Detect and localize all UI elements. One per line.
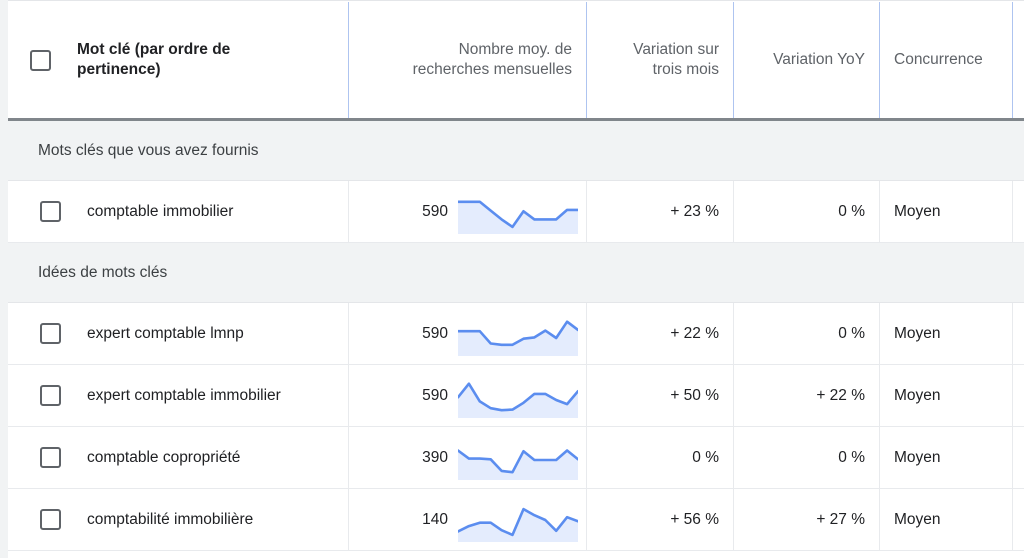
avg-monthly-searches-value: 140 [422,510,448,528]
search-volume-sparkline [458,507,578,542]
three-month-change-value: 0 % [692,448,719,466]
cell-three-month-change: + 23 % [586,181,733,242]
row-checkbox[interactable] [40,509,61,530]
search-volume-sparkline [458,200,578,234]
cell-yoy-change: 0 % [733,303,879,364]
row-checkbox[interactable] [40,385,61,406]
group-header-label: Mots clés que vous avez fournis [38,141,259,159]
cell-competition: Moyen [879,181,1012,242]
search-volume-sparkline [458,381,578,418]
row-trailing-divider [1012,489,1013,550]
header-label-keyword: Mot clé (par ordre de pertinence) [77,41,231,78]
avg-monthly-searches-value: 590 [422,202,448,220]
header-label-competition: Concurrence [894,51,983,68]
table-body: Mots clés que vous avez fournis comptable… [8,121,1024,551]
cell-avg-monthly-searches[interactable]: 590 [348,303,586,364]
row-trailing-divider [1012,181,1013,242]
table-header-row: Mot clé (par ordre de pertinence) Nombre … [8,0,1024,121]
select-all-checkbox[interactable] [30,49,51,71]
cell-three-month-change: + 50 % [586,365,733,426]
cell-keyword[interactable]: comptabilité immobilière [8,489,348,550]
cell-avg-monthly-searches[interactable]: 140 [348,489,586,550]
row-trailing-divider [1012,427,1013,488]
three-month-change-value: + 23 % [670,202,719,220]
competition-value: Moyen [894,386,941,404]
header-label-yoy-change: Variation YoY [773,51,865,68]
cell-yoy-change: + 22 % [733,365,879,426]
cell-competition: Moyen [879,427,1012,488]
cell-three-month-change: + 56 % [586,489,733,550]
header-cell-keyword[interactable]: Mot clé (par ordre de pertinence) [8,2,348,118]
three-month-change-value: + 22 % [670,324,719,342]
row-trailing-divider [1012,365,1013,426]
cell-keyword[interactable]: comptable copropriété [8,427,348,488]
cell-competition: Moyen [879,489,1012,550]
keyword-text[interactable]: comptable immobilier [87,203,233,221]
row-trailing-divider [1012,303,1013,364]
keyword-text[interactable]: comptabilité immobilière [87,511,253,529]
group-header-label: Idées de mots clés [38,263,168,281]
row-checkbox[interactable] [40,201,61,222]
cell-keyword[interactable]: expert comptable lmnp [8,303,348,364]
header-label-avg-monthly-searches: Nombre moy. de recherches mensuelles [412,41,572,78]
table-row[interactable]: expert comptable immobilier 590 + 50 % + 22… [8,365,1024,427]
keyword-text[interactable]: expert comptable immobilier [87,387,281,405]
keyword-text[interactable]: comptable copropriété [87,449,240,467]
competition-value: Moyen [894,510,941,528]
cell-keyword[interactable]: comptable immobilier [8,181,348,242]
keyword-text[interactable]: expert comptable lmnp [87,325,244,343]
cell-competition: Moyen [879,365,1012,426]
table-row[interactable]: expert comptable lmnp 590 + 22 % 0 % Moyen [8,303,1024,365]
group-header-row: Idées de mots clés [8,243,1024,303]
header-cell-yoy-change[interactable]: Variation YoY [733,2,879,118]
table-row[interactable]: comptable immobilier 590 + 23 % 0 % Moyen [8,181,1024,243]
competition-value: Moyen [894,202,941,220]
header-cell-three-month-change[interactable]: Variation sur trois mois [586,2,733,118]
keyword-results-table: Mot clé (par ordre de pertinence) Nombre … [8,0,1024,558]
cell-avg-monthly-searches[interactable]: 590 [348,365,586,426]
cell-keyword[interactable]: expert comptable immobilier [8,365,348,426]
cell-three-month-change: + 22 % [586,303,733,364]
table-row[interactable]: comptable copropriété 390 0 % 0 % Moyen [8,427,1024,489]
three-month-change-value: + 56 % [670,510,719,528]
avg-monthly-searches-value: 590 [422,386,448,404]
yoy-change-value: + 27 % [816,510,865,528]
competition-value: Moyen [894,448,941,466]
cell-three-month-change: 0 % [586,427,733,488]
table-row[interactable]: comptabilité immobilière 140 + 56 % + 27 % M… [8,489,1024,551]
header-label-three-month-change: Variation sur trois mois [633,41,719,78]
header-trailing-divider [1012,2,1013,118]
yoy-change-value: 0 % [838,324,865,342]
cell-yoy-change: + 27 % [733,489,879,550]
avg-monthly-searches-value: 590 [422,324,448,342]
avg-monthly-searches-value: 390 [422,448,448,466]
cell-yoy-change: 0 % [733,427,879,488]
header-cell-avg-monthly-searches[interactable]: Nombre moy. de recherches mensuelles [348,2,586,118]
group-header-row: Mots clés que vous avez fournis [8,121,1024,181]
yoy-change-value: + 22 % [816,386,865,404]
left-gutter [0,0,8,558]
row-checkbox[interactable] [40,323,61,344]
search-volume-sparkline [458,319,578,356]
cell-avg-monthly-searches[interactable]: 590 [348,181,586,242]
yoy-change-value: 0 % [838,448,865,466]
header-cell-competition[interactable]: Concurrence [879,2,1012,118]
cell-avg-monthly-searches[interactable]: 390 [348,427,586,488]
cell-yoy-change: 0 % [733,181,879,242]
search-volume-sparkline [458,448,578,480]
row-checkbox[interactable] [40,447,61,468]
cell-competition: Moyen [879,303,1012,364]
yoy-change-value: 0 % [838,202,865,220]
three-month-change-value: + 50 % [670,386,719,404]
competition-value: Moyen [894,324,941,342]
keyword-planner-table-page: Mot clé (par ordre de pertinence) Nombre … [0,0,1024,558]
